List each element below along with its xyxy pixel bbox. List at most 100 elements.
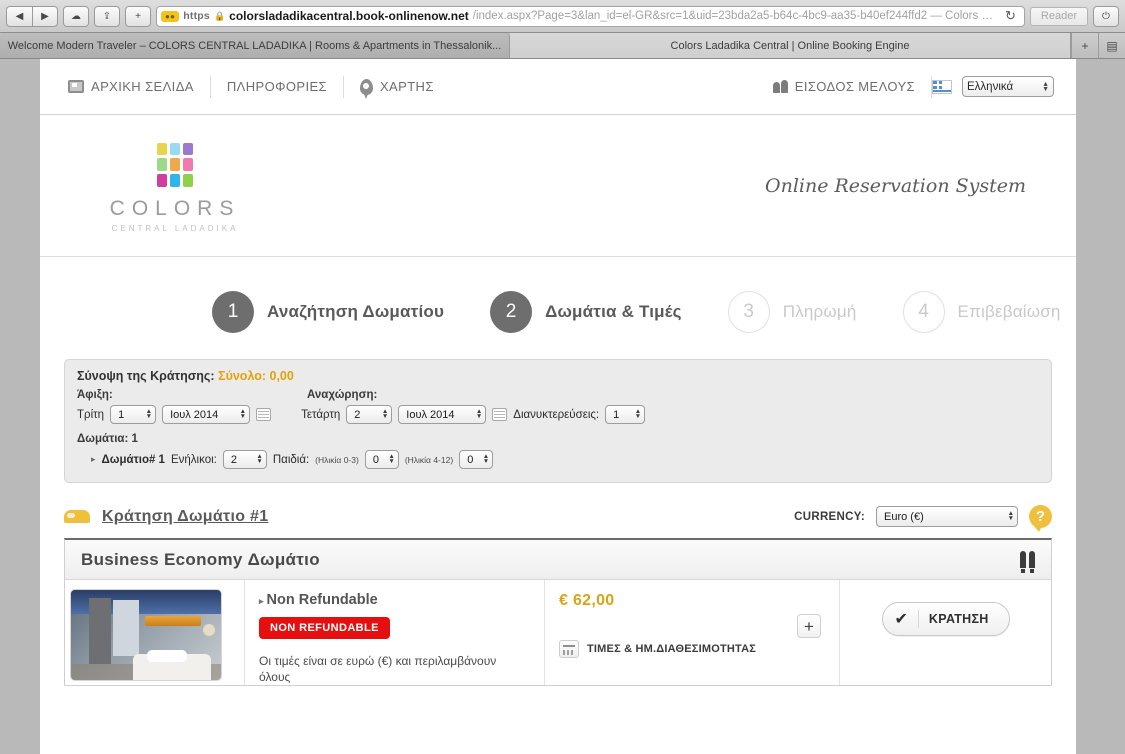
progress-steps: 1 Αναζήτηση Δωματίου 2 Δωμάτια & Τιμές 3…: [40, 257, 1076, 359]
summary-title-label: Σύνοψη της Κράτησης:: [77, 369, 215, 383]
page-canvas: ΑΡΧΙΚΗ ΣΕΛΙΔΑ ΠΛΗΡΟΦΟΡΙΕΣ ΧΑΡΤΗΣ ΕΙΣΟΔΟΣ…: [0, 59, 1125, 754]
page-content: ΑΡΧΙΚΗ ΣΕΛΙΔΑ ΠΛΗΡΟΦΟΡΙΕΣ ΧΑΡΤΗΣ ΕΙΣΟΔΟΣ…: [40, 59, 1076, 754]
logo-tile: [183, 158, 193, 171]
departure-day-name: Τετάρτη: [301, 408, 341, 421]
adults-label: Ενήλικοι:: [170, 453, 217, 466]
nav-item-home[interactable]: ΑΡΧΙΚΗ ΣΕΛΙΔΑ: [62, 75, 211, 98]
book-column: ✔ ΚΡΑΤΗΣΗ: [840, 580, 1051, 685]
help-icon[interactable]: ?: [1029, 505, 1052, 532]
children-age-4-12-select[interactable]: 0 ▲ ▼: [459, 450, 494, 469]
top-nav-links: ΑΡΧΙΚΗ ΣΕΛΙΔΑ ΠΛΗΡΟΦΟΡΙΕΣ ΧΑΡΤΗΣ: [62, 75, 450, 99]
adults-select[interactable]: 2 ▲ ▼: [222, 450, 267, 469]
nav-item-info[interactable]: ΠΛΗΡΟΦΟΡΙΕΣ: [211, 75, 344, 98]
children-label: Παιδιά:: [272, 453, 310, 466]
availability-link[interactable]: ΤΙΜΕΣ & ΗΜ.ΔΙΑΘΕΣΙΜΟΤΗΤΑΣ: [559, 640, 825, 658]
icloud-tabs-icon[interactable]: ☁: [63, 5, 89, 27]
url-host: colorsladadikacentral.book-onlinenow.net: [229, 9, 469, 23]
children-age-4-12-label: (Ηλικία 4-12): [404, 454, 454, 465]
chevron-updown-icon: ▲ ▼: [1007, 510, 1014, 522]
https-label: https: [183, 10, 210, 22]
arrival-day-value: 1: [118, 408, 125, 421]
share-icon[interactable]: ⇪: [94, 5, 120, 27]
nav-item-map-label: ΧΑΡΤΗΣ: [379, 79, 434, 94]
new-tab-button[interactable]: +: [125, 5, 151, 27]
expand-caret-icon: ▸: [259, 596, 264, 606]
map-pin-icon: [359, 78, 373, 99]
logo-band: COLORS CENTRAL LADADIKA Online Reservati…: [40, 115, 1076, 257]
departure-day-value: 2: [354, 408, 361, 421]
step-4: 4 Επιβεβαίωση: [902, 291, 1061, 333]
browser-tab-2[interactable]: Colors Ladadika Central | Online Booking…: [510, 33, 1071, 58]
book-button[interactable]: ✔ ΚΡΑΤΗΣΗ: [881, 602, 1010, 636]
tab-tools: + ▤: [1071, 33, 1125, 58]
chevron-updown-icon: ▲ ▼: [239, 408, 247, 420]
room-number-label: Δωμάτιο# 1: [101, 453, 165, 466]
expand-details-button[interactable]: +: [797, 614, 821, 638]
member-login-button[interactable]: ΕΙΣΟΔΟΣ ΜΕΛΟΥΣ: [757, 75, 932, 98]
step-1[interactable]: 1 Αναζήτηση Δωματίου: [212, 291, 444, 333]
nights-value: 1: [613, 408, 620, 421]
step-3-number: 3: [727, 291, 770, 333]
certificate-badge-icon: ●●: [161, 10, 180, 22]
top-nav-right: ΕΙΣΟΔΟΣ ΜΕΛΟΥΣ Ελληνικά ▲ ▼: [757, 75, 1054, 98]
date-controls-row: Τρίτη 1 ▲ ▼ Ιουλ 2014 ▲ ▼ Τετάρτη 2 ▲ ▼ Ιου…: [77, 405, 1039, 424]
room-photo[interactable]: [71, 590, 221, 680]
nav-item-home-label: ΑΡΧΙΚΗ ΣΕΛΙΔΑ: [91, 79, 194, 94]
arrival-month-select[interactable]: Ιουλ 2014 ▲ ▼: [162, 405, 251, 424]
step-3-label: Πληρωμή: [782, 302, 857, 321]
price-column: € 62,00 + ΤΙΜΕΣ & ΗΜ.ΔΙΑΘΕΣΙΜΟΤΗΤΑΣ: [545, 580, 840, 686]
rate-name-label: Non Refundable: [266, 592, 378, 608]
browser-tab-1[interactable]: Welcome Modern Traveler – COLORS CENTRAL…: [0, 33, 510, 58]
room-card: Business Economy Δωμάτιο ▸ Non Refundable…: [64, 538, 1052, 687]
currency-label: CURRENCY:: [794, 510, 865, 523]
arrival-month-value: Ιουλ 2014: [170, 408, 219, 421]
chevron-updown-icon: ▲ ▼: [634, 408, 642, 420]
reader-button[interactable]: Reader: [1029, 6, 1088, 26]
nav-item-info-label: ΠΛΗΡΟΦΟΡΙΕΣ: [226, 79, 327, 94]
logo-name: COLORS: [109, 196, 241, 220]
language-select[interactable]: Ελληνικά ▲ ▼: [962, 76, 1054, 97]
arrival-day-select[interactable]: 1 ▲ ▼: [110, 405, 157, 424]
chevron-updown-icon: ▲ ▼: [256, 453, 263, 465]
rate-name[interactable]: ▸ Non Refundable: [259, 592, 530, 608]
chevron-updown-icon: ▲ ▼: [1042, 80, 1049, 93]
tab-bar: Welcome Modern Traveler – COLORS CENTRAL…: [0, 33, 1125, 59]
logo-tile: [183, 173, 193, 187]
nav-item-map[interactable]: ΧΑΡΤΗΣ: [344, 76, 450, 99]
currency-area: CURRENCY: Euro (€) ▲ ▼ ?: [794, 505, 1052, 532]
departure-month-select[interactable]: Ιουλ 2014 ▲ ▼: [398, 405, 487, 424]
logo-tile: [170, 158, 180, 171]
back-button[interactable]: ◀: [6, 5, 32, 27]
logo-tile: [157, 173, 167, 187]
forward-button[interactable]: ▶: [32, 5, 58, 27]
nights-select[interactable]: 1 ▲ ▼: [605, 405, 646, 424]
power-icon[interactable]: ⏻: [1093, 5, 1119, 27]
arrival-calendar-icon[interactable]: [256, 408, 272, 421]
logo-tile: [183, 142, 193, 156]
room-name: Business Economy Δωμάτιο: [81, 549, 320, 569]
step-1-label: Αναζήτηση Δωματίου: [267, 302, 445, 321]
currency-select[interactable]: Euro (€) ▲ ▼: [876, 506, 1018, 527]
site-logo[interactable]: COLORS CENTRAL LADADIKA: [90, 138, 260, 233]
booking-room-title[interactable]: Κράτηση Δωμάτιο #1: [102, 508, 268, 526]
departure-day-select[interactable]: 2 ▲ ▼: [346, 405, 393, 424]
step-2[interactable]: 2 Δωμάτια & Τιμές: [490, 291, 682, 333]
expand-caret-icon[interactable]: ▸: [91, 454, 96, 465]
chevron-updown-icon: ▲ ▼: [475, 408, 483, 420]
chevron-updown-icon: ▲ ▼: [482, 453, 490, 465]
reload-icon[interactable]: ↻: [1001, 8, 1020, 24]
arrival-day-name: Τρίτη: [77, 408, 105, 421]
divider: [917, 610, 919, 628]
children-age-0-3-select[interactable]: 0 ▲ ▼: [364, 450, 399, 469]
chevron-updown-icon: ▲ ▼: [145, 408, 153, 420]
children-age-4-12-value: 0: [467, 453, 474, 466]
address-bar[interactable]: ●● https 🔒 colorsladadikacentral.book-on…: [156, 5, 1025, 27]
tab-list-icon[interactable]: ▤: [1098, 33, 1125, 58]
logo-tile: [157, 142, 167, 156]
logo-tile: [157, 158, 167, 171]
nights-label: Διανυκτερεύσεις:: [513, 408, 600, 421]
tab-add-icon[interactable]: +: [1071, 33, 1098, 58]
logo-tile: [170, 173, 180, 187]
departure-calendar-icon[interactable]: [492, 408, 508, 421]
non-refundable-badge: NON REFUNDABLE: [259, 617, 390, 639]
